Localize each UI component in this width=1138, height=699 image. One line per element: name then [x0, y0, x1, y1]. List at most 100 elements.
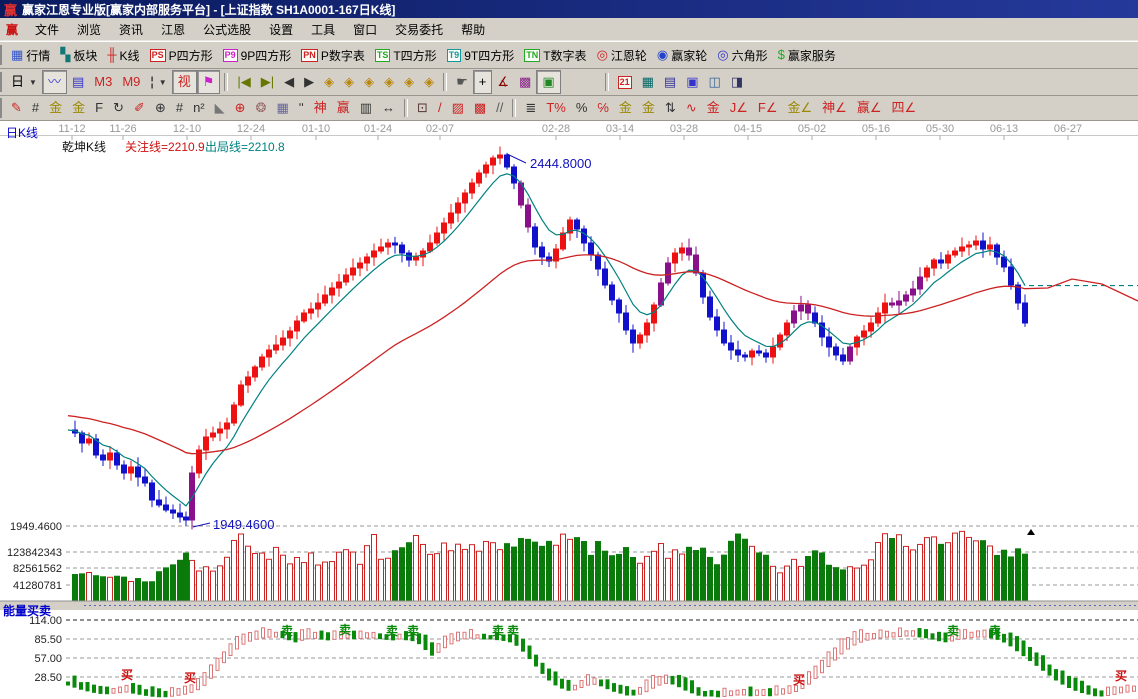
info-panel-icon[interactable]: ▤ — [67, 71, 89, 93]
stats-icon[interactable]: ≣ — [520, 97, 541, 119]
chart-area[interactable]: 11-12 11-26 12-10 12-24 01-10 01-24 02-07 02-28… — [0, 121, 1138, 699]
fan-lines-icon[interactable]: / — [433, 97, 447, 119]
gann-diamond-3-icon[interactable]: ◈ — [359, 71, 379, 93]
sectors-button[interactable]: ▚ 板块 — [55, 44, 102, 66]
menu-item-资讯[interactable]: 资讯 — [110, 18, 152, 41]
hand-tool-icon[interactable]: ☛ — [451, 71, 473, 93]
winner-wheel-button[interactable]: ◉ 赢家轮 — [652, 44, 712, 66]
dense-grid-icon[interactable]: # — [171, 97, 188, 119]
menu-item-文件[interactable]: 文件 — [26, 18, 68, 41]
target-icon[interactable]: ⊕ — [230, 97, 251, 119]
si-angle-icon[interactable]: 四∠ — [886, 97, 921, 119]
menu-item-窗口[interactable]: 窗口 — [344, 18, 386, 41]
gold-grid-icon[interactable]: 金 — [44, 97, 67, 119]
candle-style-selector[interactable]: ¦ ▼ — [145, 71, 171, 93]
circle-grid-icon[interactable]: ⊕ — [150, 97, 171, 119]
gann-diamond-2-icon[interactable]: ◈ — [339, 71, 359, 93]
gold-circle-icon[interactable]: 金 — [614, 97, 637, 119]
menu-item-江恩[interactable]: 江恩 — [152, 18, 194, 41]
menu-item-设置[interactable]: 设置 — [260, 18, 302, 41]
t-square-button[interactable]: TS T四方形 — [370, 44, 442, 66]
gold-grid2-icon[interactable]: 金 — [67, 97, 90, 119]
dropdown-arrow-icon[interactable]: ▼ — [29, 78, 37, 87]
pen-icon[interactable]: ✐ — [129, 97, 150, 119]
spiral-icon[interactable]: ↻ — [108, 97, 129, 119]
h-range-icon[interactable]: ↔ — [377, 97, 400, 119]
grid-fill-icon[interactable]: ▨ — [447, 97, 469, 119]
notes-icon[interactable]: ▤ — [659, 71, 681, 93]
hatch-icon[interactable]: # — [27, 97, 44, 119]
gold-red-lines-icon[interactable]: 金 — [702, 97, 725, 119]
n2-icon[interactable]: n² — [188, 97, 210, 119]
grid-fill2-icon[interactable]: ▩ — [469, 97, 491, 119]
ruler-grid-icon[interactable]: ▥ — [355, 97, 377, 119]
pattern-icon[interactable]: ▩ — [514, 71, 536, 93]
hexagon-button[interactable]: ◎ 六角形 — [712, 44, 772, 66]
winner-service-button[interactable]: $ 赢家服务 — [773, 44, 841, 66]
ying-icon[interactable]: 赢 — [332, 97, 355, 119]
menu-item-浏览[interactable]: 浏览 — [68, 18, 110, 41]
volume-bar — [980, 540, 986, 602]
menu-item-交易委托[interactable]: 交易委托 — [386, 18, 452, 41]
volume-bar — [553, 544, 559, 602]
web-grid-icon[interactable]: ▦ — [271, 97, 293, 119]
radial-icon[interactable]: ❂ — [251, 97, 272, 119]
crosshair-icon[interactable]: + — [472, 70, 493, 94]
next-bar-icon[interactable]: ▶ — [299, 71, 319, 93]
gold-lines-icon[interactable]: 金 — [637, 97, 660, 119]
dropdown-arrow-icon[interactable]: ▼ — [159, 78, 167, 87]
shen-angle-icon[interactable]: 神∠ — [817, 97, 852, 119]
p-table-button[interactable]: PN P数字表 — [296, 44, 370, 66]
period-selector[interactable]: 日 ▼ — [6, 71, 42, 93]
shen-icon[interactable]: 神 — [309, 97, 332, 119]
menu-item-公式选股[interactable]: 公式选股 — [194, 18, 260, 41]
percent-icon[interactable]: % — [571, 97, 593, 119]
angle-icon[interactable]: ◣ — [210, 97, 230, 119]
gann-diamond-4-icon[interactable]: ◈ — [379, 71, 399, 93]
t-table-button[interactable]: TN T数字表 — [519, 44, 591, 66]
oscillator-bar — [878, 629, 883, 639]
go-last-icon[interactable]: ▶| — [256, 71, 279, 93]
measure-icon[interactable]: ∡ — [492, 71, 514, 93]
view-icon[interactable]: 视 — [171, 70, 197, 94]
box-select-icon[interactable]: ⊡ — [412, 97, 433, 119]
f-grid-icon[interactable]: F — [90, 97, 108, 119]
f-angle-icon[interactable]: F∠ — [753, 97, 783, 119]
gold-angle-icon[interactable]: 金∠ — [783, 97, 818, 119]
j-angle-icon[interactable]: J∠ — [725, 97, 753, 119]
export-image-icon[interactable]: ◫ — [704, 71, 726, 93]
gann-diamond-6-icon[interactable]: ◈ — [419, 71, 439, 93]
parallel-lines-icon[interactable]: // — [491, 97, 508, 119]
updown-pen-icon[interactable]: ⇅ — [660, 97, 681, 119]
wave-lines-icon[interactable]: ∿ — [681, 97, 702, 119]
volume-bar — [945, 542, 951, 602]
t-percent-icon[interactable]: T% — [541, 97, 571, 119]
prev-bar-icon[interactable]: ◀ — [279, 71, 299, 93]
zigzag-icon[interactable]: 〰 — [41, 70, 67, 94]
quotes-button[interactable]: ▦ 行情 — [6, 44, 55, 66]
calendar-icon[interactable]: 21 — [613, 71, 637, 93]
ying-angle-icon[interactable]: 赢∠ — [852, 97, 887, 119]
brush-icon[interactable]: ✎ — [6, 97, 27, 119]
gann-diamond-1-icon[interactable]: ◈ — [319, 71, 339, 93]
kline-button[interactable]: ╫ K线 — [102, 44, 144, 66]
save-icon[interactable]: ▣ — [681, 71, 703, 93]
p-square-button[interactable]: PS P四方形 — [145, 44, 218, 66]
wave3-icon[interactable]: M3 — [89, 71, 117, 93]
volume-bar — [93, 575, 99, 602]
analysis-icon[interactable]: ▣ — [536, 70, 561, 94]
flag-icon[interactable]: ⚑ — [196, 70, 221, 94]
ticks-icon[interactable]: ʹʹ — [294, 97, 309, 119]
percent-lines-icon[interactable]: ℅ — [592, 97, 614, 119]
volume-bar — [392, 550, 398, 602]
wave9-icon[interactable]: M9 — [117, 71, 145, 93]
gann-wheel-button[interactable]: ◎ 江恩轮 — [592, 44, 652, 66]
9p-square-button[interactable]: P9 9P四方形 — [218, 44, 297, 66]
menu-item-工具[interactable]: 工具 — [302, 18, 344, 41]
menu-item-帮助[interactable]: 帮助 — [452, 18, 494, 41]
9t-square-button[interactable]: T9 9T四方形 — [442, 44, 520, 66]
go-first-icon[interactable]: |◀ — [232, 71, 255, 93]
capture-icon[interactable]: ◨ — [726, 71, 748, 93]
gann-diamond-5-icon[interactable]: ◈ — [399, 71, 419, 93]
calculator-icon[interactable]: ▦ — [637, 71, 659, 93]
